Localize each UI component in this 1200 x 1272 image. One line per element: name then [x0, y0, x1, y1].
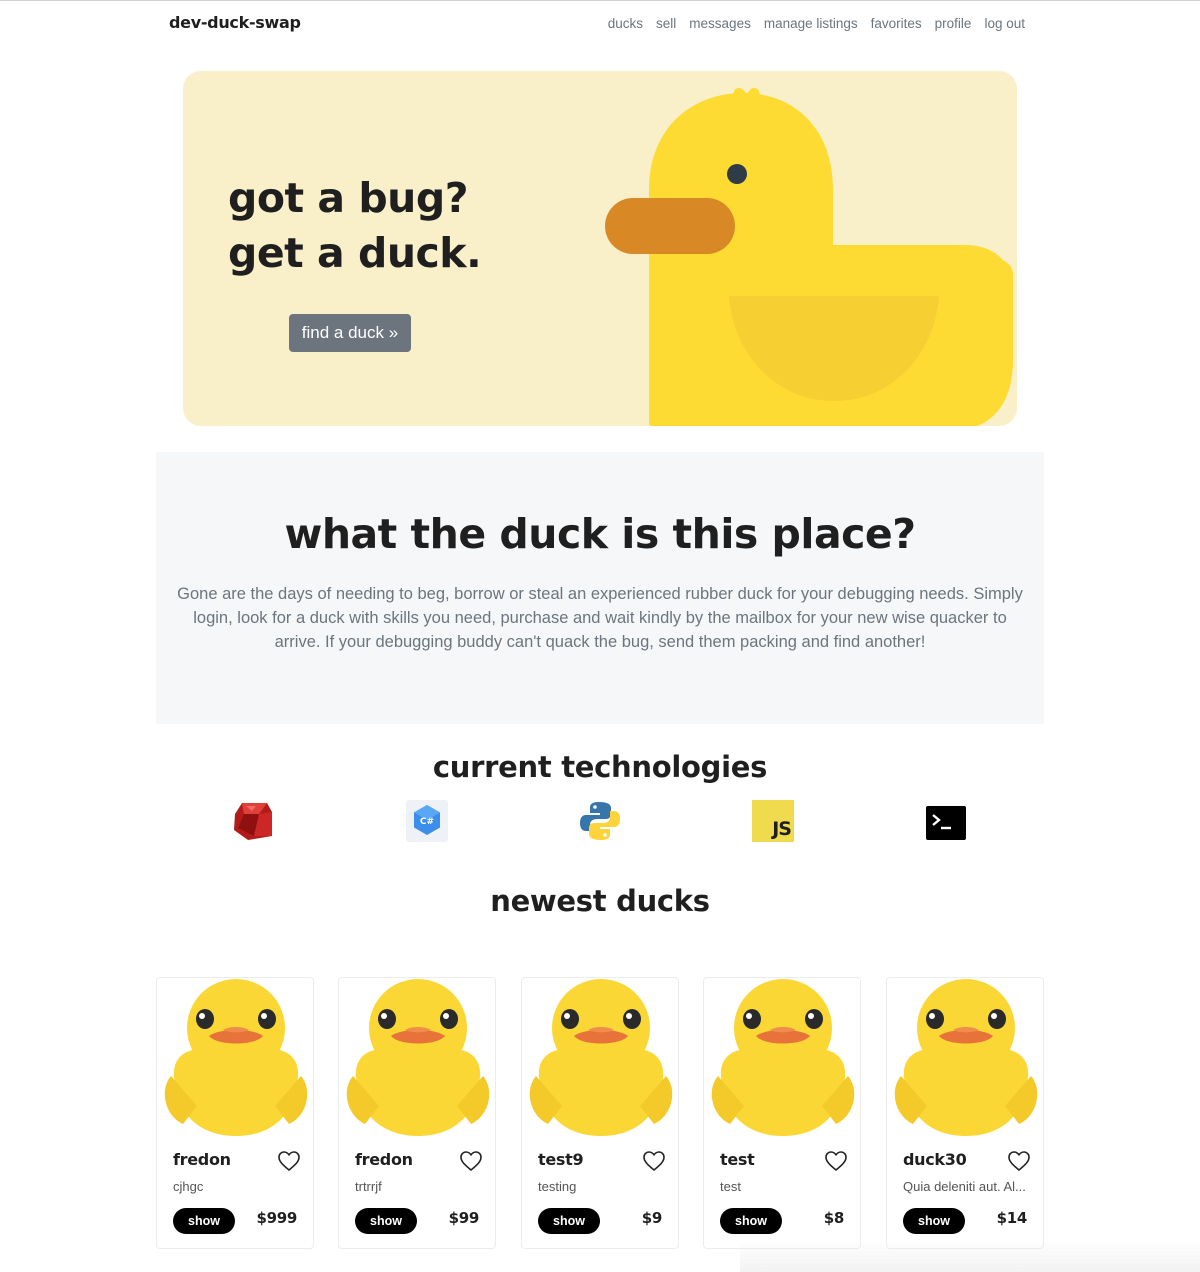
duck-card-price: $9	[641, 1209, 663, 1227]
duck-card-image[interactable]	[522, 978, 679, 1138]
show-button[interactable]: show	[173, 1208, 235, 1234]
about-title: what the duck is this place?	[284, 510, 916, 558]
nav-links: ducks sell messages manage listings favo…	[608, 16, 1025, 31]
hero-banner: got a bug? get a duck. find a duck »	[183, 71, 1017, 426]
favorite-heart-icon[interactable]	[1007, 1150, 1031, 1172]
about-text: Gone are the days of needing to beg, bor…	[177, 585, 1023, 651]
nav-link-manage-listings[interactable]: manage listings	[764, 16, 858, 31]
duck-card-name: fredon	[173, 1150, 231, 1169]
duck-card: test9 testing show $9	[521, 977, 679, 1249]
find-a-duck-button[interactable]: find a duck »	[289, 314, 411, 352]
favorite-heart-icon[interactable]	[277, 1150, 301, 1172]
csharp-label: C#	[420, 817, 434, 827]
duck-card-description: Quia deleniti aut. Al...	[903, 1179, 1026, 1194]
duck-card-name: test9	[538, 1150, 584, 1169]
duck-card-description: trtrrjf	[355, 1179, 382, 1194]
nav-link-log-out[interactable]: log out	[984, 16, 1025, 31]
duck-card: test test show $8	[703, 977, 861, 1249]
duck-card-name: test	[720, 1150, 755, 1169]
nav-link-ducks[interactable]: ducks	[608, 16, 643, 31]
about-section: what the duck is this place? Gone are th…	[156, 452, 1044, 724]
nav-link-sell[interactable]: sell	[656, 16, 676, 31]
favorite-heart-icon[interactable]	[642, 1150, 666, 1172]
duck-card-price: $8	[823, 1209, 845, 1227]
duck-card: duck30 Quia deleniti aut. Al... show $14	[886, 977, 1044, 1249]
newest-ducks-title: newest ducks	[490, 884, 710, 918]
terminal-icon	[926, 806, 966, 840]
technologies-title: current technologies	[432, 750, 768, 784]
duck-card-description: testing	[538, 1179, 577, 1194]
python-icon	[580, 802, 620, 840]
hero-title-line-2: get a duck.	[228, 229, 482, 277]
duck-card-image[interactable]	[339, 978, 496, 1138]
duck-card-image[interactable]	[157, 978, 314, 1138]
javascript-label: JS	[772, 818, 792, 840]
favorite-heart-icon[interactable]	[824, 1150, 848, 1172]
duck-card: fredon trtrrjf show $99	[338, 977, 496, 1249]
ruby-icon	[234, 803, 272, 840]
nav-link-profile[interactable]: profile	[935, 16, 972, 31]
hero-title-line-1: got a bug?	[228, 174, 469, 222]
duck-card-name: duck30	[903, 1150, 967, 1169]
duck-card-price: $999	[256, 1209, 297, 1227]
duck-card-price: $99	[448, 1209, 480, 1227]
nav-link-messages[interactable]: messages	[689, 16, 751, 31]
duck-card-description: cjhgc	[173, 1179, 204, 1194]
javascript-icon: JS	[752, 800, 794, 842]
show-button[interactable]: show	[355, 1208, 417, 1234]
hero-duck-illustration	[605, 87, 1013, 426]
duck-card-name: fredon	[355, 1150, 413, 1169]
show-button[interactable]: show	[903, 1208, 965, 1234]
duck-card-description: test	[720, 1179, 741, 1194]
show-button[interactable]: show	[720, 1208, 782, 1234]
duck-card-image[interactable]	[704, 978, 861, 1138]
csharp-icon: C#	[406, 800, 448, 842]
navbar: dev-duck-swap ducks sell messages manage…	[0, 0, 1200, 48]
favorite-heart-icon[interactable]	[459, 1150, 483, 1172]
window-corner-shadow	[740, 1240, 1200, 1272]
show-button[interactable]: show	[538, 1208, 600, 1234]
duck-card: fredon cjhgc show $999	[156, 977, 314, 1249]
duck-card-image[interactable]	[887, 978, 1044, 1138]
duck-card-price: $14	[996, 1209, 1028, 1227]
nav-link-favorites[interactable]: favorites	[871, 16, 922, 31]
hero-title: got a bug? get a duck.	[228, 171, 482, 281]
brand-logo[interactable]: dev-duck-swap	[169, 13, 301, 32]
